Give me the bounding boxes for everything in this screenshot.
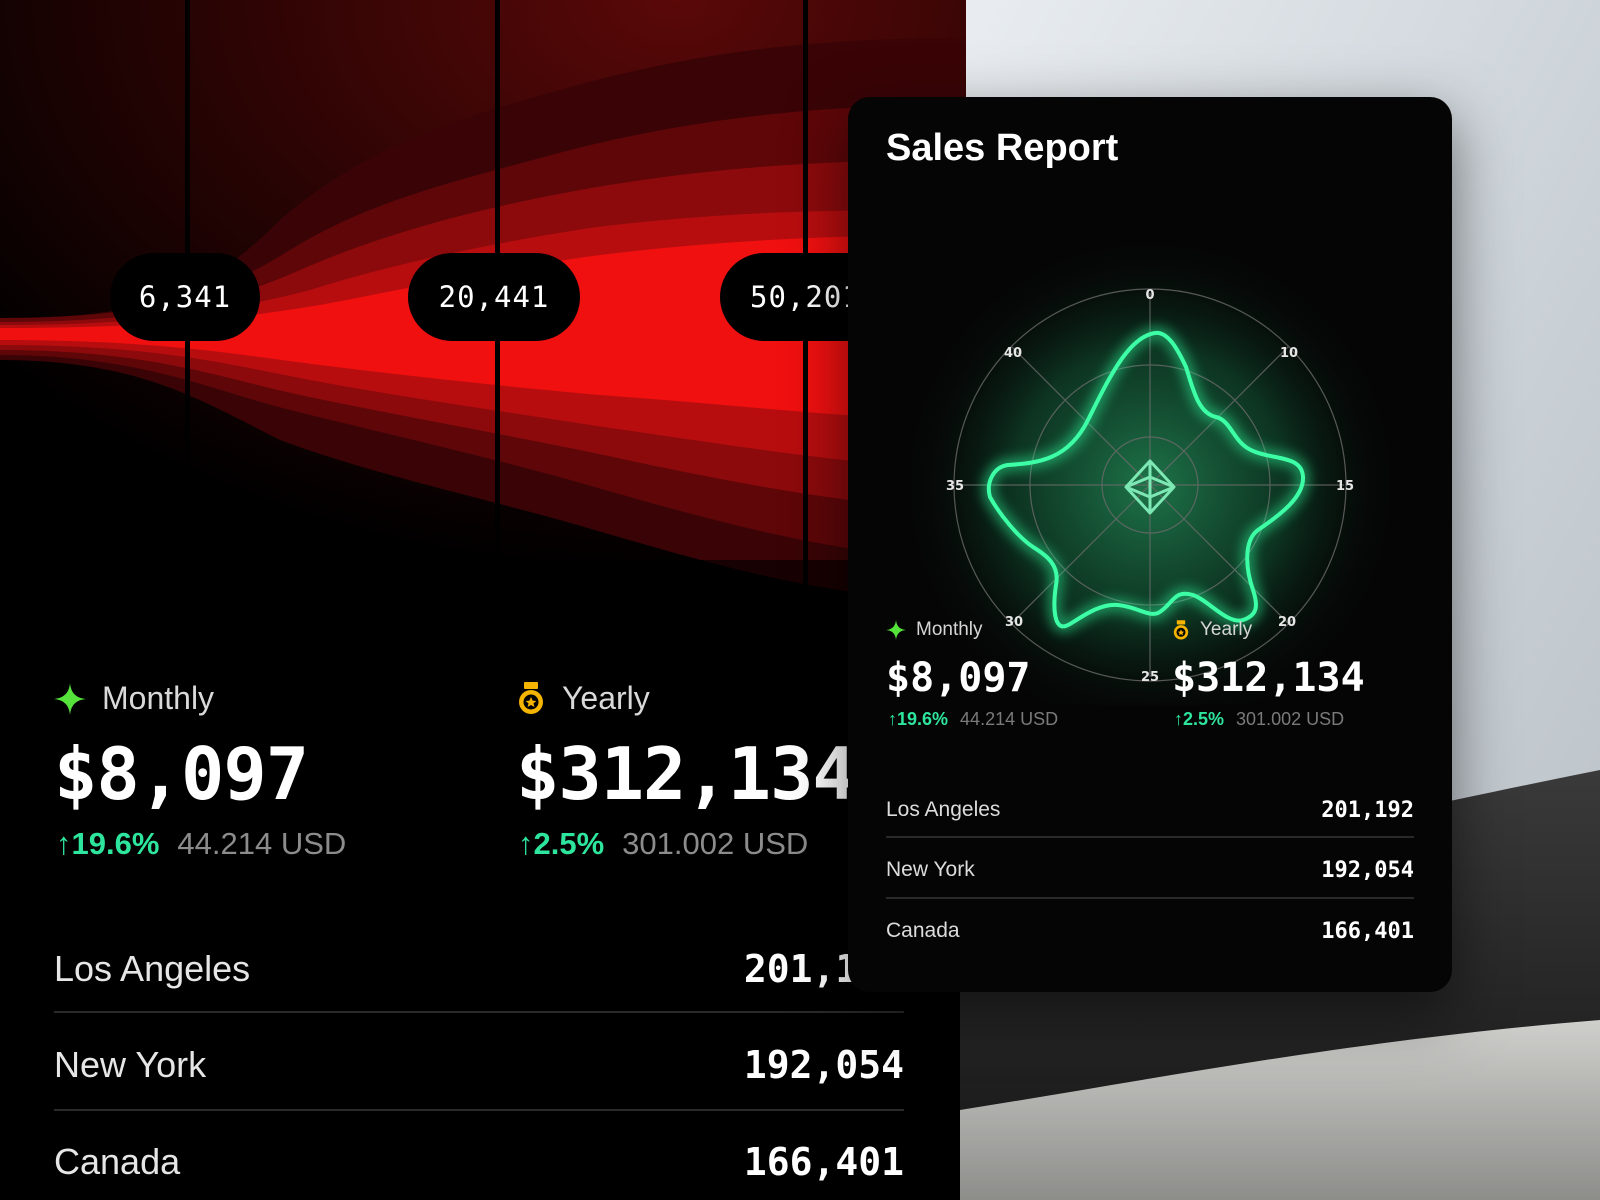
city-name: Canada <box>54 1141 181 1182</box>
list-item[interactable]: Los Angeles 201,192 <box>886 780 1414 840</box>
monthly-label-text: Monthly <box>102 680 215 716</box>
list-item[interactable]: Los Angeles 201,192 <box>54 920 904 1018</box>
city-name: New York <box>886 858 975 881</box>
list-item[interactable]: Canada 166,401 <box>886 901 1414 961</box>
funnel-pill-1: 6,341 <box>110 253 260 341</box>
city-name: Los Angeles <box>54 948 251 989</box>
list-item[interactable]: New York 192,054 <box>54 1016 904 1114</box>
card-yearly-change: ↑2.5% 301.002 USD <box>1174 709 1344 730</box>
radar-tick-25: 25 <box>1141 670 1159 685</box>
radar-tick-20: 20 <box>1278 615 1296 630</box>
card-monthly-change-percent: ↑19.6% <box>888 709 949 729</box>
yearly-usd: 301.002 USD <box>622 826 809 861</box>
divider <box>54 1109 904 1111</box>
yearly-value: $312,134 <box>516 732 856 816</box>
city-value: 192,054 <box>1321 857 1414 883</box>
sparkle-icon <box>886 620 906 640</box>
card-yearly-label: Yearly <box>1172 619 1252 641</box>
radar-tick-40: 40 <box>1004 346 1022 361</box>
list-item[interactable]: Canada 166,401 <box>54 1113 904 1200</box>
card-monthly-change: ↑19.6% 44.214 USD <box>888 709 1058 730</box>
arrow-up-icon: ↑ <box>56 826 72 861</box>
city-name: Los Angeles <box>886 798 1001 821</box>
left-panel: 6,341 20,441 50,201 Monthly $8,097 ↑19.6… <box>0 0 966 1200</box>
yearly-label-text: Yearly <box>562 680 650 716</box>
yearly-change: ↑2.5% 301.002 USD <box>518 826 808 862</box>
arrow-up-icon: ↑ <box>888 709 897 729</box>
card-monthly-usd: 44.214 USD <box>960 709 1059 729</box>
radar-tick-30: 30 <box>1005 615 1023 630</box>
card-yearly-value: $312,134 <box>1172 655 1365 701</box>
card-yearly-usd: 301.002 USD <box>1236 709 1345 729</box>
monthly-change-percent: ↑19.6% <box>56 826 160 861</box>
medal-icon <box>1173 619 1189 639</box>
monthly-change: ↑19.6% 44.214 USD <box>56 826 346 862</box>
arrow-up-icon: ↑ <box>1174 709 1183 729</box>
card-yearly-label-text: Yearly <box>1200 619 1253 640</box>
card-title: Sales Report <box>886 127 1119 169</box>
divider <box>886 836 1414 838</box>
city-name: New York <box>54 1044 207 1085</box>
divider <box>54 1011 904 1013</box>
divider <box>886 897 1414 899</box>
list-item[interactable]: New York 192,054 <box>886 840 1414 900</box>
city-name: Canada <box>886 919 960 942</box>
card-monthly-value: $8,097 <box>886 655 1031 701</box>
city-value: 201,192 <box>1321 797 1414 823</box>
radar-tick-0: 0 <box>1145 288 1154 303</box>
yearly-label: Yearly <box>516 680 650 717</box>
city-value: 166,401 <box>743 1140 904 1184</box>
monthly-label: Monthly <box>54 680 214 717</box>
medal-icon <box>519 681 543 714</box>
sparkle-icon <box>54 682 86 715</box>
city-value: 192,054 <box>743 1043 904 1087</box>
monthly-usd: 44.214 USD <box>177 826 347 861</box>
funnel-pill-2: 20,441 <box>408 253 580 341</box>
monthly-value: $8,097 <box>54 732 309 816</box>
card-monthly-label-text: Monthly <box>916 619 983 640</box>
city-value: 166,401 <box>1321 918 1414 944</box>
radar-tick-10: 10 <box>1280 346 1298 361</box>
radar-tick-15: 15 <box>1336 479 1354 494</box>
arrow-up-icon: ↑ <box>518 826 534 861</box>
radar-tick-35: 35 <box>946 479 964 494</box>
yearly-change-percent: ↑2.5% <box>518 826 605 861</box>
card-monthly-label: Monthly <box>886 619 983 641</box>
card-yearly-change-percent: ↑2.5% <box>1174 709 1225 729</box>
sales-report-card: Sales Report 0 10 15 20 25 30 35 40 Mont… <box>848 97 1452 992</box>
